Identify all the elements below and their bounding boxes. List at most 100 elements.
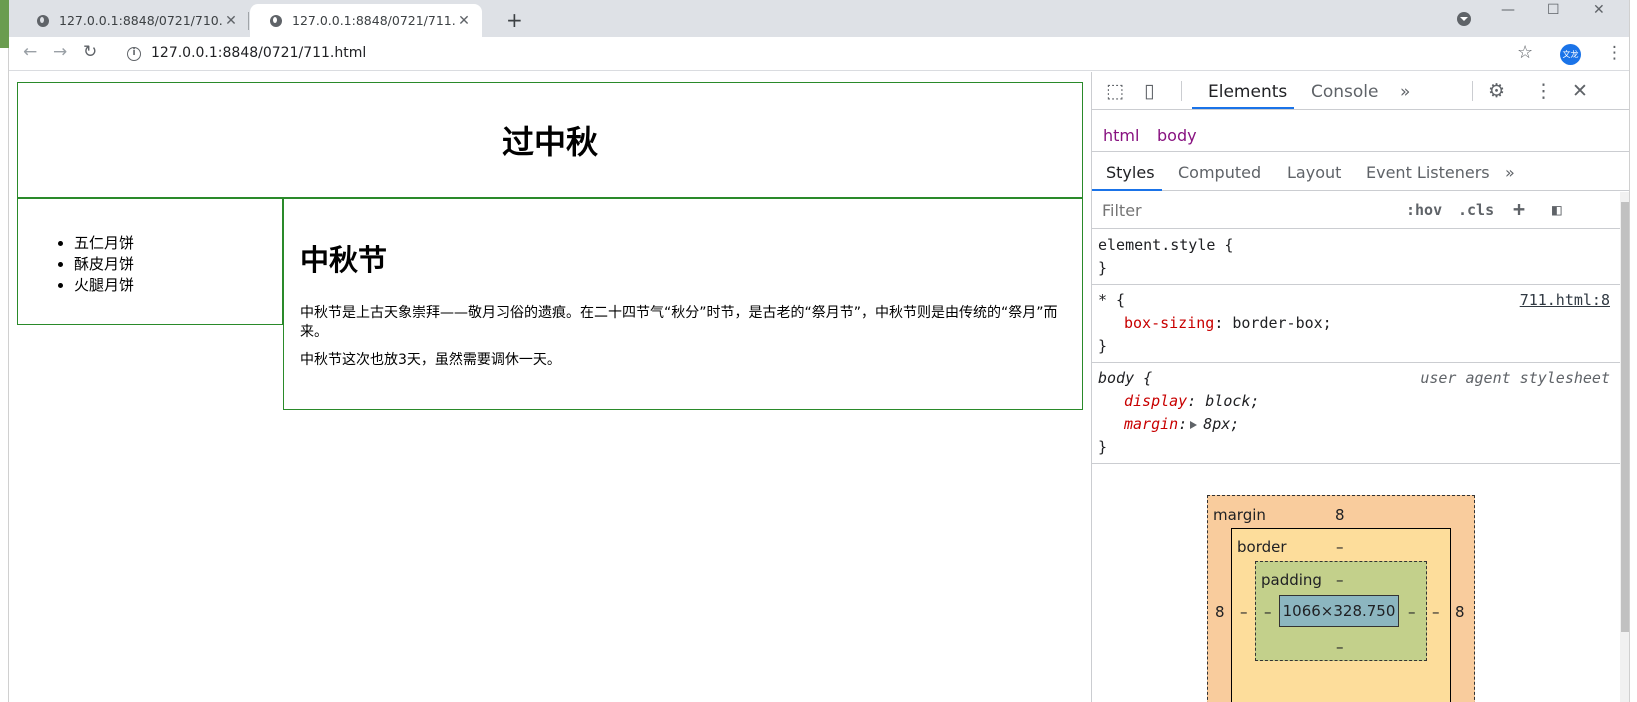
content-size: 1066×328.750 [1282,602,1396,620]
rule-element-style[interactable]: element.style { } [1092,230,1620,285]
list-item: 酥皮月饼 [74,254,282,275]
back-arrow-icon[interactable]: ← [23,42,37,62]
tab-title: 127.0.0.1:8848/0721/711.html [292,13,456,28]
rule-close: } [1098,259,1108,277]
browser-menu-icon[interactable]: ⋮ [1606,43,1623,63]
site-info-icon[interactable]: i [127,47,141,61]
styles-filter-bar: :hov .cls + ◧ [1092,192,1620,229]
border-right-value: – [1432,603,1440,621]
active-subtab-indicator [1092,189,1162,191]
toggle-sidebar-icon[interactable]: ◧ [1552,200,1562,219]
hov-toggle[interactable]: :hov [1406,201,1442,219]
rule-close: } [1098,337,1108,355]
css-property-value: block; [1205,392,1260,410]
page-header-box: 过中秋 [17,82,1083,198]
margin-top-value: 8 [1335,506,1345,524]
breadcrumb-body[interactable]: body [1157,126,1197,145]
padding-left-value: – [1264,603,1272,621]
page-main-box: 中秋节 中秋节是上古天象崇拜——敬月习俗的遗痕。在二十四节气“秋分”时节，是古老… [283,198,1083,410]
box-model-content[interactable]: 1066×328.750 [1279,595,1399,627]
style-rules: element.style { } 711.html:8 * { box-siz… [1092,230,1620,464]
address-toolbar: ← → ↻ i 127.0.0.1:8848/0721/711.html ☆ 文… [9,37,1629,71]
list-item: 五仁月饼 [74,233,282,254]
expand-triangle-icon[interactable] [1190,421,1198,429]
editor-header-strip [0,0,9,48]
paragraph: 中秋节这次也放3天，虽然需要调休一天。 [300,352,561,368]
margin-right-value: 8 [1455,603,1465,621]
breadcrumb: html body [1092,117,1629,152]
rule-close: } [1098,438,1108,456]
devtools-toolbar: ⬚ ▯ Elements Console » ⚙ ⋮ ✕ [1092,72,1629,110]
tab-title: 127.0.0.1:8848/0721/710.html [59,13,223,28]
cls-toggle[interactable]: .cls [1458,201,1494,219]
device-toolbar-icon[interactable]: ▯ [1144,80,1154,102]
window-close-icon[interactable]: ✕ [1593,2,1605,18]
border-label: border [1237,538,1287,556]
list-item: 火腿月饼 [74,275,282,296]
close-devtools-icon[interactable]: ✕ [1572,80,1588,102]
padding-value: – [1336,571,1344,589]
kebab-menu-icon[interactable]: ⋮ [1534,80,1553,102]
rule-selector: element.style { [1098,236,1234,254]
new-tab-button[interactable]: + [506,8,523,32]
gear-icon[interactable]: ⚙ [1488,80,1505,102]
styles-subtabs: Styles Computed Layout Event Listeners » [1092,153,1629,191]
padding-right-value: – [1408,603,1416,621]
mooncake-list: 五仁月饼 酥皮月饼 火腿月饼 [74,233,282,296]
background-editor-edge [0,0,9,702]
address-bar[interactable]: 127.0.0.1:8848/0721/711.html [151,45,366,61]
styles-scrollbar[interactable] [1620,192,1629,702]
css-declaration: margin: 8px; [1124,415,1240,433]
background-window-edge [1629,0,1637,702]
css-declaration: display: block; [1124,392,1260,410]
tab-elements[interactable]: Elements [1208,82,1287,102]
inspect-element-icon[interactable]: ⬚ [1106,80,1124,102]
toolbar-separator [1181,81,1182,101]
profile-avatar[interactable]: 文龙 [1560,44,1581,65]
rule-source-link[interactable]: 711.html:8 [1520,289,1610,312]
filter-input[interactable] [1102,201,1362,220]
close-icon[interactable]: ✕ [456,13,472,29]
globe-icon [270,14,282,27]
margin-label: margin [1213,506,1266,524]
tab-computed[interactable]: Computed [1178,163,1261,182]
tab-711[interactable]: 127.0.0.1:8848/0721/711.html ✕ [250,4,482,37]
padding-label: padding [1261,571,1322,589]
minimize-icon[interactable]: — [1501,2,1515,18]
padding-bottom-value: – [1336,638,1344,656]
tab-bar: 127.0.0.1:8848/0721/710.html ✕ 127.0.0.1… [9,0,1629,37]
new-rule-icon[interactable]: + [1513,197,1525,221]
tab-event-listeners[interactable]: Event Listeners [1366,163,1490,182]
scrollbar-thumb[interactable] [1621,202,1629,632]
css-property-value: border-box; [1232,314,1332,332]
reload-icon[interactable]: ↻ [83,42,97,62]
tab-710[interactable]: 127.0.0.1:8848/0721/710.html ✕ [17,4,249,37]
paragraph: 中秋节是上古天象崇拜——敬月习俗的遗痕。在二十四节气“秋分”时节，是古老的“祭月… [300,305,1058,340]
rule-body-ua[interactable]: user agent stylesheet body { display: bl… [1092,363,1620,464]
tab-console[interactable]: Console [1311,82,1379,102]
more-tabs-icon[interactable]: » [1400,82,1410,102]
forward-arrow-icon[interactable]: → [53,42,67,62]
border-left-value: – [1240,603,1248,621]
tab-styles[interactable]: Styles [1106,163,1155,182]
css-declaration[interactable]: box-sizing: border-box; [1098,312,1612,335]
breadcrumb-html[interactable]: html [1103,126,1139,145]
globe-icon [37,14,49,27]
rule-universal[interactable]: 711.html:8 * { box-sizing: border-box; } [1092,285,1620,363]
toolbar-separator [1472,81,1473,101]
page-header-title: 过中秋 [501,123,598,161]
active-tab-indicator [1192,107,1294,109]
border-value: – [1336,538,1344,556]
tab-layout[interactable]: Layout [1287,163,1341,182]
tab-separator [248,12,249,30]
maximize-icon[interactable]: ☐ [1547,2,1560,18]
bookmark-star-icon[interactable]: ☆ [1517,42,1533,63]
css-property-name: box-sizing [1124,314,1215,332]
tab-search-icon[interactable] [1457,12,1471,26]
more-subtabs-icon[interactable]: » [1505,163,1515,182]
rule-source-ua: user agent stylesheet [1420,369,1610,387]
css-property-name: margin [1124,415,1179,433]
main-heading: 中秋节 [300,243,388,277]
browser-window: 127.0.0.1:8848/0721/710.html ✕ 127.0.0.1… [9,0,1629,702]
close-icon[interactable]: ✕ [223,13,239,29]
